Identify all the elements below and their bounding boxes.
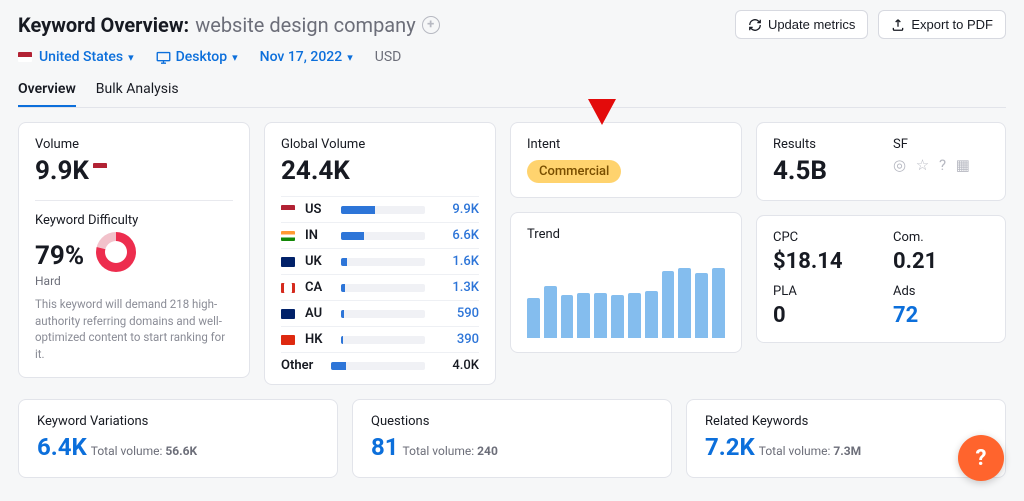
stats-top-card: Results 4.5B SF ◎ ☆ ? ▦ [756, 122, 1006, 201]
questions-card[interactable]: Questions 81 Total volume: 240 [352, 399, 672, 478]
trend-label: Trend [527, 227, 725, 242]
update-metrics-label: Update metrics [768, 17, 855, 32]
flag-au-icon [281, 309, 295, 319]
refresh-icon [748, 18, 762, 32]
chevron-down-icon: ▾ [232, 51, 238, 64]
kd-note: This keyword will demand 218 high-author… [35, 296, 233, 363]
flag-in-icon [281, 231, 295, 241]
kd-label: Keyword Difficulty [35, 213, 233, 228]
country-filter[interactable]: United States▾ [18, 49, 134, 65]
keyword-name: website design company [195, 13, 416, 37]
gv-row[interactable]: HK390 [281, 327, 479, 353]
volume-card: Volume 9.9K Keyword Difficulty 79% Hard … [18, 122, 250, 378]
update-metrics-button[interactable]: Update metrics [735, 10, 868, 39]
gv-row-other: Other 4.0K [281, 353, 479, 378]
variations-value: 6.4K [37, 433, 87, 461]
global-volume-card: Global Volume 24.4K US9.9KIN6.6KUK1.6KCA… [264, 122, 496, 385]
gv-row[interactable]: CA1.3K [281, 275, 479, 301]
variations-title: Keyword Variations [37, 414, 319, 429]
cpc-label: CPC [773, 230, 869, 245]
date-filter[interactable]: Nov 17, 2022▾ [260, 49, 353, 65]
results-label: Results [773, 137, 869, 152]
global-volume-value: 24.4K [281, 156, 479, 186]
add-keyword-button[interactable]: + [422, 16, 440, 34]
desktop-icon [156, 51, 171, 64]
com-value: 0.21 [893, 249, 989, 274]
volume-value: 9.9K [35, 156, 89, 186]
com-label: Com. [893, 230, 989, 245]
questions-title: Questions [371, 414, 653, 429]
flag-uk-icon [281, 257, 295, 267]
trend-chart [527, 248, 725, 338]
sf-label: SF [893, 137, 989, 152]
serp-features-icons: ◎ ☆ ? ▦ [893, 156, 989, 174]
chevron-down-icon: ▾ [128, 51, 134, 64]
ads-value[interactable]: 72 [893, 303, 989, 328]
stats-bottom-card: CPC $18.14 Com. 0.21 PLA 0 Ads 72 [756, 215, 1006, 343]
kd-donut-icon [96, 232, 136, 272]
tab-bulk-analysis[interactable]: Bulk Analysis [96, 81, 179, 107]
flag-us-icon [18, 52, 32, 62]
flag-ca-icon [281, 283, 295, 293]
global-volume-label: Global Volume [281, 137, 479, 152]
gv-row[interactable]: US9.9K [281, 197, 479, 223]
related-title: Related Keywords [705, 414, 987, 429]
intent-card: Intent Commercial [510, 122, 742, 198]
related-value: 7.2K [705, 433, 755, 461]
currency-label: USD [375, 49, 402, 65]
flag-us-icon [281, 205, 295, 215]
related-keywords-card[interactable]: Related Keywords 7.2K Total volume: 7.3M [686, 399, 1006, 478]
gv-row[interactable]: AU590 [281, 301, 479, 327]
questions-value: 81 [371, 433, 399, 461]
help-button[interactable]: ? [958, 435, 1004, 481]
flag-hk-icon [281, 335, 295, 345]
gv-row[interactable]: UK1.6K [281, 249, 479, 275]
tab-overview[interactable]: Overview [18, 81, 76, 107]
gv-row[interactable]: IN6.6K [281, 223, 479, 249]
export-pdf-button[interactable]: Export to PDF [878, 10, 1006, 39]
page-title-prefix: Keyword Overview: [18, 13, 189, 37]
ads-label: Ads [893, 284, 989, 299]
flag-us-icon [93, 163, 107, 173]
intent-label: Intent [527, 137, 725, 152]
results-value: 4.5B [773, 156, 869, 186]
kd-level: Hard [35, 274, 233, 288]
export-pdf-label: Export to PDF [911, 17, 993, 32]
volume-label: Volume [35, 137, 233, 152]
intent-badge: Commercial [527, 160, 621, 183]
export-icon [891, 18, 905, 32]
device-filter[interactable]: Desktop▾ [156, 49, 238, 65]
cpc-value: $18.14 [773, 249, 869, 274]
annotation-arrow-icon [580, 55, 624, 125]
kd-percent: 79% [35, 241, 84, 271]
pla-label: PLA [773, 284, 869, 299]
pla-value: 0 [773, 303, 869, 328]
keyword-variations-card[interactable]: Keyword Variations 6.4K Total volume: 56… [18, 399, 338, 478]
trend-card: Trend [510, 212, 742, 353]
chevron-down-icon: ▾ [347, 51, 353, 64]
